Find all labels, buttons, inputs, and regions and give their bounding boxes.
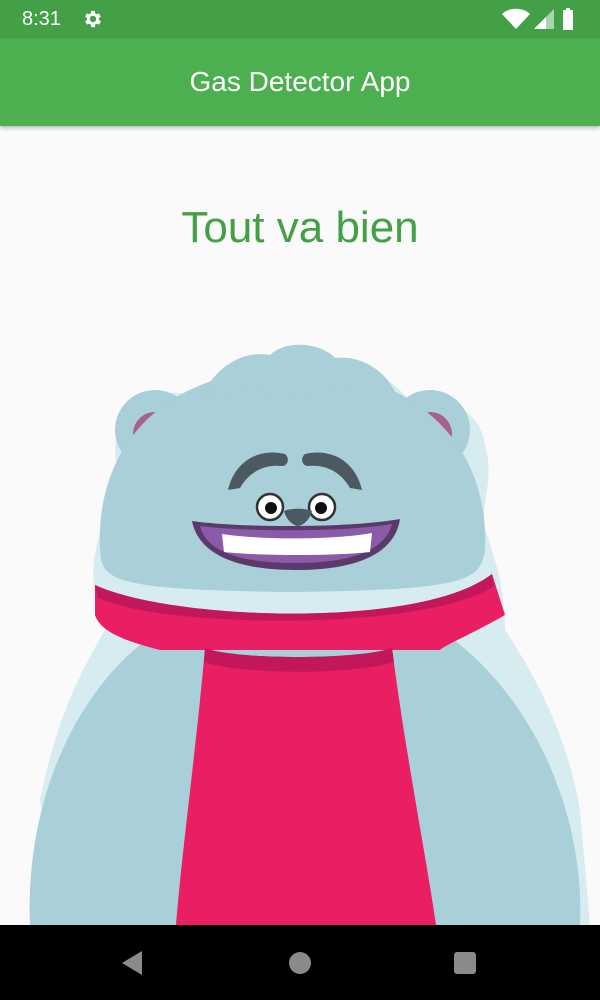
app-screen: 8:31 Gas Detector App Tout va bien	[0, 0, 600, 1000]
bear-mascot-image	[29, 344, 590, 925]
home-icon[interactable]	[284, 947, 316, 979]
back-icon[interactable]	[116, 947, 148, 979]
gear-icon	[85, 10, 101, 28]
status-time: 8:31	[22, 8, 61, 30]
navigation-bar	[0, 925, 600, 1000]
wifi-icon	[502, 8, 530, 29]
app-bar: Gas Detector App	[0, 38, 600, 126]
status-icons	[502, 8, 573, 30]
status-message: Tout va bien	[181, 203, 419, 252]
battery-icon	[563, 8, 573, 30]
status-bar: 8:31	[0, 0, 600, 38]
recents-icon[interactable]	[449, 947, 481, 979]
app-title: Gas Detector App	[189, 66, 411, 97]
cellular-signal-icon	[534, 9, 554, 29]
